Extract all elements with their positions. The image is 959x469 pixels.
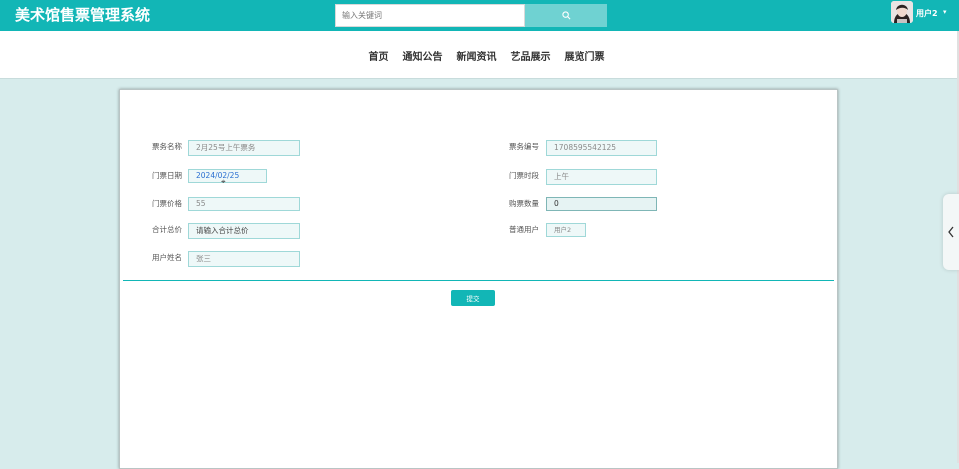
side-panel-toggle[interactable] xyxy=(943,194,959,270)
search-icon xyxy=(561,11,570,20)
nav-item-notices[interactable]: 通知公告 xyxy=(403,48,443,63)
total-input[interactable]: 请输入合计总价 xyxy=(188,223,300,239)
app-title: 美术馆售票管理系统 xyxy=(15,6,151,24)
order-form-card: 票务名称 2月25号上午票务 门票日期 2024/02/25 门票价格 55 合… xyxy=(119,89,838,469)
time-slot-field[interactable]: 上午 xyxy=(546,169,657,185)
real-name-label: 用户姓名 xyxy=(152,253,182,262)
nav-item-home[interactable]: 首页 xyxy=(369,48,389,63)
ticket-date-field[interactable]: 2024/02/25 xyxy=(188,169,267,183)
caret-down-icon[interactable]: ▾ xyxy=(943,8,947,16)
nav-item-artworks[interactable]: 艺品展示 xyxy=(511,48,551,63)
form-divider xyxy=(123,280,834,281)
nav-item-news[interactable]: 新闻资讯 xyxy=(457,48,497,63)
nav-list: 首页 通知公告 新闻资讯 艺品展示 展览门票 xyxy=(0,31,959,79)
total-label: 合计总价 xyxy=(152,225,182,234)
ticket-name-label: 票务名称 xyxy=(152,142,182,151)
ticket-name-field[interactable]: 2月25号上午票务 xyxy=(188,140,300,156)
mouse-cursor-icon: ⌖ xyxy=(221,177,226,186)
quantity-stepper[interactable]: 0 xyxy=(546,197,657,211)
ticket-no-label: 票务编号 xyxy=(509,142,539,151)
quantity-label: 购票数量 xyxy=(509,199,539,208)
account-field[interactable]: 用户2 xyxy=(546,223,586,237)
price-field[interactable]: 55 xyxy=(188,197,300,211)
user-name[interactable]: 用户2 xyxy=(916,8,938,19)
top-bar: 美术馆售票管理系统 用户2 ▾ xyxy=(0,0,959,31)
search-input[interactable] xyxy=(335,4,525,27)
chevron-left-icon xyxy=(948,226,954,238)
real-name-field[interactable]: 张三 xyxy=(188,251,300,267)
avatar[interactable] xyxy=(891,1,913,23)
price-label: 门票价格 xyxy=(152,199,182,208)
nav-item-tickets[interactable]: 展览门票 xyxy=(565,48,605,63)
ticket-no-field[interactable]: 1708595542125 xyxy=(546,140,657,156)
time-slot-label: 门票时段 xyxy=(509,171,539,180)
search-button[interactable] xyxy=(525,4,607,27)
submit-button[interactable]: 提交 xyxy=(451,290,495,306)
account-label: 普通用户 xyxy=(509,225,539,234)
main-nav: 首页 通知公告 新闻资讯 艺品展示 展览门票 xyxy=(0,31,959,79)
avatar-image xyxy=(891,1,913,23)
ticket-date-label: 门票日期 xyxy=(152,171,182,180)
